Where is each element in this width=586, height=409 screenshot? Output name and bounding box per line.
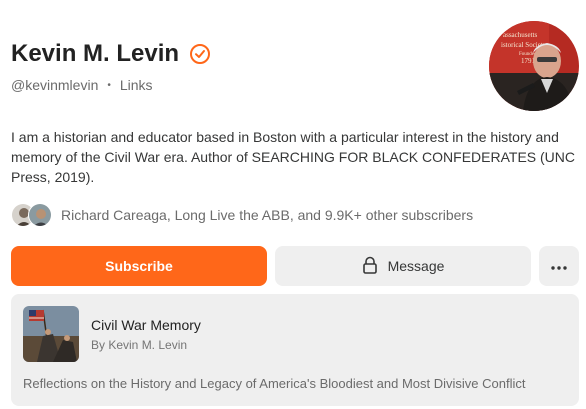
subscriber-avatar <box>28 203 52 227</box>
message-button[interactable]: Message <box>275 246 531 286</box>
subscribers-text: Richard Careaga, Long Live the ABB, and … <box>61 207 474 223</box>
more-icon <box>551 257 567 275</box>
verified-badge-icon <box>189 43 211 65</box>
separator-dot: • <box>107 79 111 91</box>
handle-row: @kevinmlevin • Links <box>11 77 153 93</box>
subscribe-button[interactable]: Subscribe <box>11 246 267 286</box>
more-options-button[interactable] <box>539 246 579 286</box>
message-label: Message <box>387 258 445 274</box>
links-link[interactable]: Links <box>120 77 153 93</box>
publication-card[interactable]: Civil War Memory By Kevin M. Levin Refle… <box>11 294 579 406</box>
profile-avatar[interactable]: assachusetts istorical Society Founded 1… <box>489 21 579 111</box>
publication-author: By Kevin M. Levin <box>91 338 188 352</box>
lock-icon <box>362 256 388 277</box>
publication-title: Civil War Memory <box>91 317 201 333</box>
subscribe-label: Subscribe <box>105 258 173 274</box>
profile-handle: @kevinmlevin <box>11 77 99 93</box>
profile-bio: I am a historian and educator based in B… <box>11 129 576 185</box>
subscriber-avatars <box>11 202 55 228</box>
profile-name: Kevin M. Levin <box>11 40 211 68</box>
publication-description: Reflections on the History and Legacy of… <box>23 376 526 391</box>
subscribers-row[interactable]: Richard Careaga, Long Live the ABB, and … <box>11 202 473 228</box>
profile-name-text: Kevin M. Levin <box>11 40 180 67</box>
publication-logo <box>23 306 79 362</box>
svg-text:assachusetts: assachusetts <box>503 31 537 39</box>
